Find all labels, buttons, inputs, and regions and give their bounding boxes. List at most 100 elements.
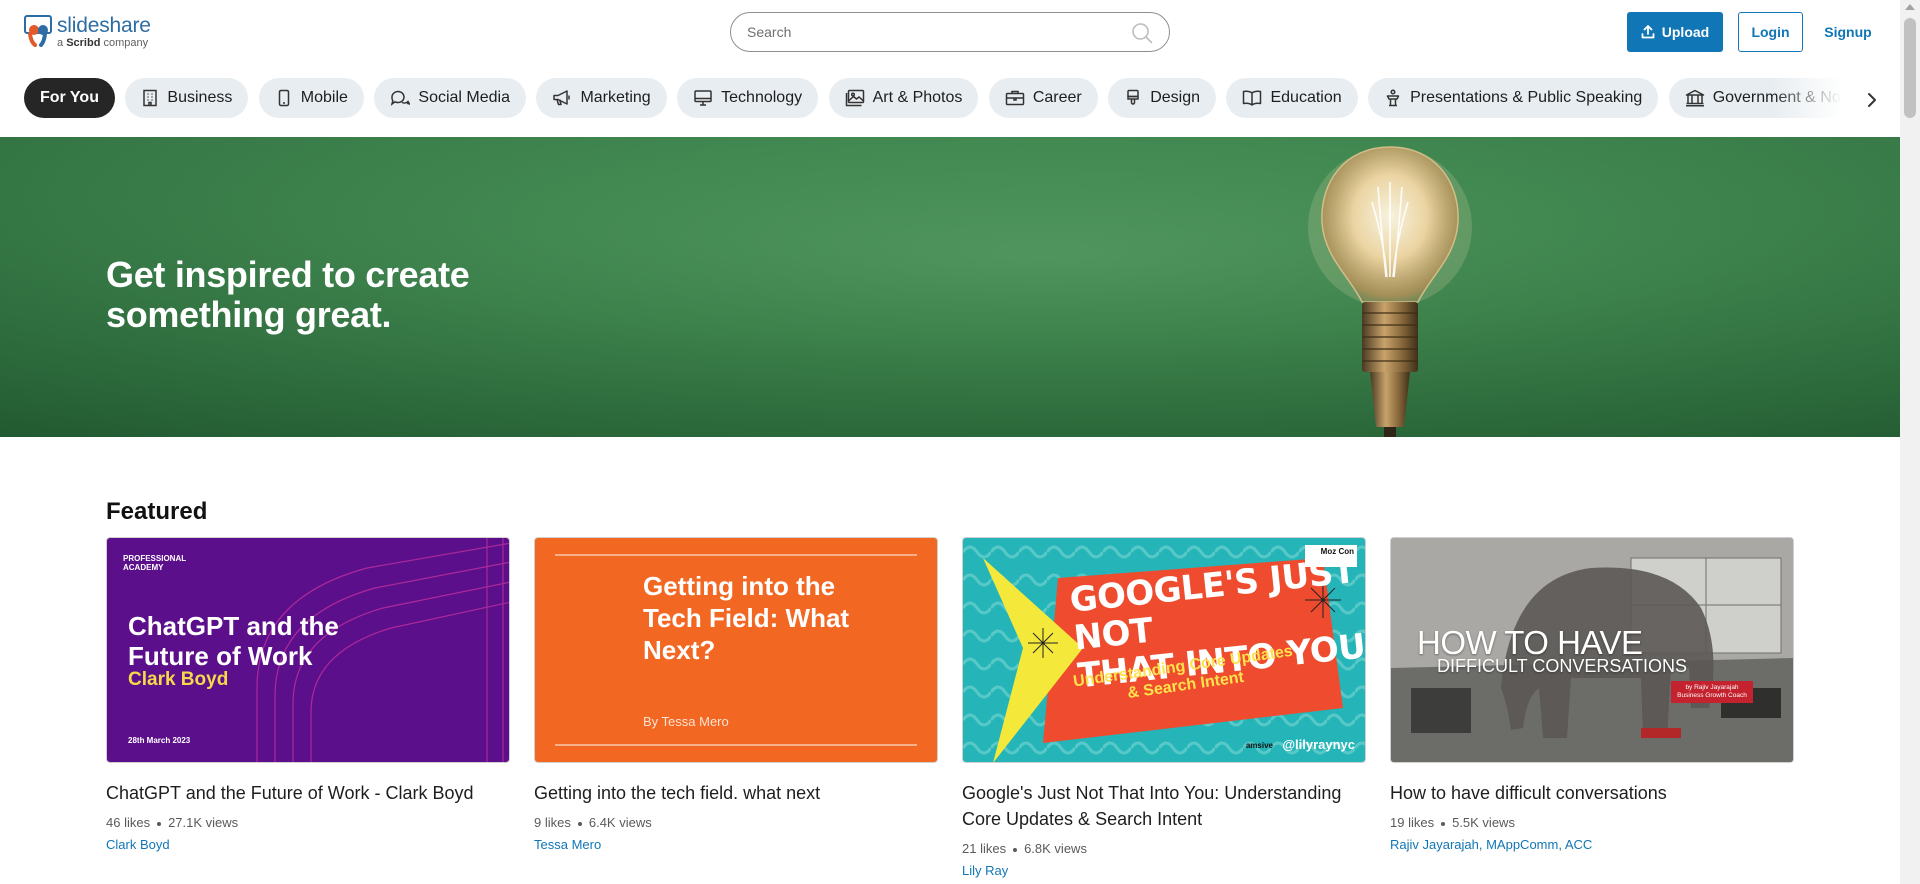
card-stats: 21 likes 6.8K views	[962, 841, 1366, 856]
card-title[interactable]: Google's Just Not That Into You: Underst…	[962, 780, 1366, 832]
signup-link[interactable]: Signup	[1820, 12, 1876, 52]
card-views: 6.8K views	[1024, 841, 1087, 856]
book-icon	[1243, 90, 1262, 106]
featured-card[interactable]: PROFESSIONAL ACADEMY ChatGPT and the Futur…	[106, 537, 510, 852]
card-views: 6.4K views	[588, 815, 652, 830]
search-input[interactable]	[747, 13, 1117, 51]
thumbnail-headline: HOW TO HAVE	[1417, 624, 1643, 661]
category-chip-mobile[interactable]: Mobile	[258, 78, 364, 118]
category-label: Presentations & Public Speaking	[1410, 89, 1643, 106]
category-chip-career[interactable]: Career	[988, 78, 1098, 118]
thumbnail-author-tag: by Rajiv Jayarajah Business Growth Coach	[1671, 681, 1753, 703]
category-chip-technology[interactable]: Technology	[677, 78, 819, 118]
category-label: Design	[1150, 89, 1201, 106]
hero-heading-line-2: something great.	[106, 294, 392, 335]
card-likes: 9 likes	[534, 815, 571, 830]
featured-card[interactable]: Moz Con GOOGLE'S JUST NOT THAT INTO YOU U…	[962, 537, 1366, 878]
separator-dot	[1441, 821, 1446, 826]
card-thumbnail[interactable]: HOW TO HAVE DIFFICULT CONVERSATIONS by R…	[1390, 537, 1794, 763]
thumbnail-handle: @lilyraynyc	[1282, 737, 1355, 752]
separator-dot	[157, 821, 162, 826]
card-author[interactable]: Clark Boyd	[106, 837, 510, 852]
mobile-icon	[278, 89, 290, 107]
card-author[interactable]: Rajiv Jayarajah, MAppComm, ACC	[1390, 837, 1794, 852]
megaphone-icon	[553, 90, 571, 106]
thumbnail-subtitle: Clark Boyd	[128, 669, 229, 690]
card-thumbnail[interactable]: Moz Con GOOGLE'S JUST NOT THAT INTO YOU U…	[962, 537, 1366, 763]
separator-dot	[577, 821, 582, 826]
chat-bubbles-icon	[391, 90, 411, 106]
login-button[interactable]: Login	[1738, 12, 1803, 52]
card-likes: 21 likes	[962, 841, 1007, 856]
government-building-icon	[1685, 89, 1704, 107]
chevron-right-icon	[1868, 93, 1876, 107]
category-fade	[1772, 78, 1842, 122]
category-label: Education	[1270, 89, 1342, 106]
category-chip-presentations[interactable]: Presentations & Public Speaking	[1368, 78, 1659, 118]
card-stats: 46 likes 27.1K views	[106, 815, 510, 830]
paintbrush-icon	[1127, 89, 1139, 105]
thumbnail-badge: PROFESSIONAL ACADEMY	[123, 554, 187, 572]
logo-subtitle: a Scribd company	[57, 37, 149, 49]
card-stats: 19 likes 5.5K views	[1390, 815, 1794, 830]
thumbnail-date: 28th March 2023	[128, 736, 191, 745]
scroll-up-arrow[interactable]	[1905, 4, 1915, 10]
amsive-logo: amsive	[1245, 741, 1273, 750]
upload-icon	[1641, 25, 1655, 39]
category-chip-marketing[interactable]: Marketing	[536, 78, 667, 118]
podium-icon	[1386, 89, 1400, 107]
slideshare-logo-icon	[24, 15, 54, 47]
card-thumbnail[interactable]: PROFESSIONAL ACADEMY ChatGPT and the Futur…	[106, 537, 510, 763]
featured-card[interactable]: HOW TO HAVE DIFFICULT CONVERSATIONS by R…	[1390, 537, 1794, 852]
card-thumbnail[interactable]: Getting into the Tech Field: What Next? By…	[534, 537, 938, 763]
category-bar: For You Business Mobile Social Media Mar…	[0, 78, 1900, 122]
featured-card[interactable]: Getting into the Tech Field: What Next? By…	[534, 537, 938, 852]
card-title[interactable]: Getting into the tech field. what next	[534, 780, 938, 806]
card-views: 5.5K views	[1452, 815, 1515, 830]
briefcase-icon	[1005, 90, 1025, 106]
thumbnail-rule	[555, 744, 917, 746]
building-icon	[143, 89, 158, 107]
thumbnail-headline: ChatGPT and the Future of Work	[128, 611, 339, 671]
card-likes: 19 likes	[1390, 815, 1435, 830]
category-label: Art & Photos	[872, 89, 963, 106]
category-label: Career	[1032, 89, 1082, 106]
category-chip-design[interactable]: Design	[1108, 78, 1217, 118]
card-stats: 9 likes 6.4K views	[534, 815, 938, 830]
search-icon[interactable]	[1131, 22, 1153, 44]
card-author[interactable]: Tessa Mero	[534, 837, 938, 852]
upload-label: Upload	[1661, 24, 1710, 40]
search-box[interactable]	[730, 12, 1170, 52]
category-scroll-right-button[interactable]	[1858, 86, 1886, 114]
card-likes: 46 likes	[106, 815, 151, 830]
monitor-icon	[694, 90, 712, 106]
category-chip-art-photos[interactable]: Art & Photos	[828, 78, 979, 118]
category-chip-business[interactable]: Business	[125, 78, 249, 118]
category-chip-social-media[interactable]: Social Media	[374, 78, 526, 118]
category-label: Mobile	[300, 89, 348, 106]
category-chip-for-you[interactable]: For You	[24, 78, 115, 118]
thumbnail-rule	[555, 554, 917, 556]
category-track: For You Business Mobile Social Media Mar…	[24, 78, 1842, 122]
slideshare-logo[interactable]: slideshare a Scribd company	[24, 15, 151, 49]
category-label: Business	[167, 89, 233, 106]
card-title[interactable]: How to have difficult conversations	[1390, 780, 1794, 806]
category-label: Marketing	[580, 89, 651, 106]
lightbulb-image	[1308, 146, 1472, 437]
top-header: slideshare a Scribd company Upload Login…	[0, 0, 1900, 64]
category-label: Social Media	[418, 89, 510, 106]
thumbnail-byline: By Tessa Mero	[643, 714, 729, 729]
separator-dot	[1013, 847, 1018, 852]
featured-heading: Featured	[106, 498, 208, 525]
featured-cards: PROFESSIONAL ACADEMY ChatGPT and the Futur…	[106, 537, 1796, 878]
category-chip-education[interactable]: Education	[1226, 78, 1358, 118]
thumbnail-subheadline: DIFFICULT CONVERSATIONS	[1437, 656, 1688, 676]
upload-button[interactable]: Upload	[1627, 12, 1723, 52]
scrollbar-thumb[interactable]	[1904, 18, 1916, 118]
page-scrollbar[interactable]	[1900, 0, 1920, 884]
card-views: 27.1K views	[168, 815, 239, 830]
hero-heading-line-1: Get inspired to create	[106, 254, 470, 295]
card-title[interactable]: ChatGPT and the Future of Work - Clark B…	[106, 780, 510, 806]
card-author[interactable]: Lily Ray	[962, 863, 1366, 878]
thumbnail-headline: Getting into the Tech Field: What Next?	[643, 571, 850, 665]
